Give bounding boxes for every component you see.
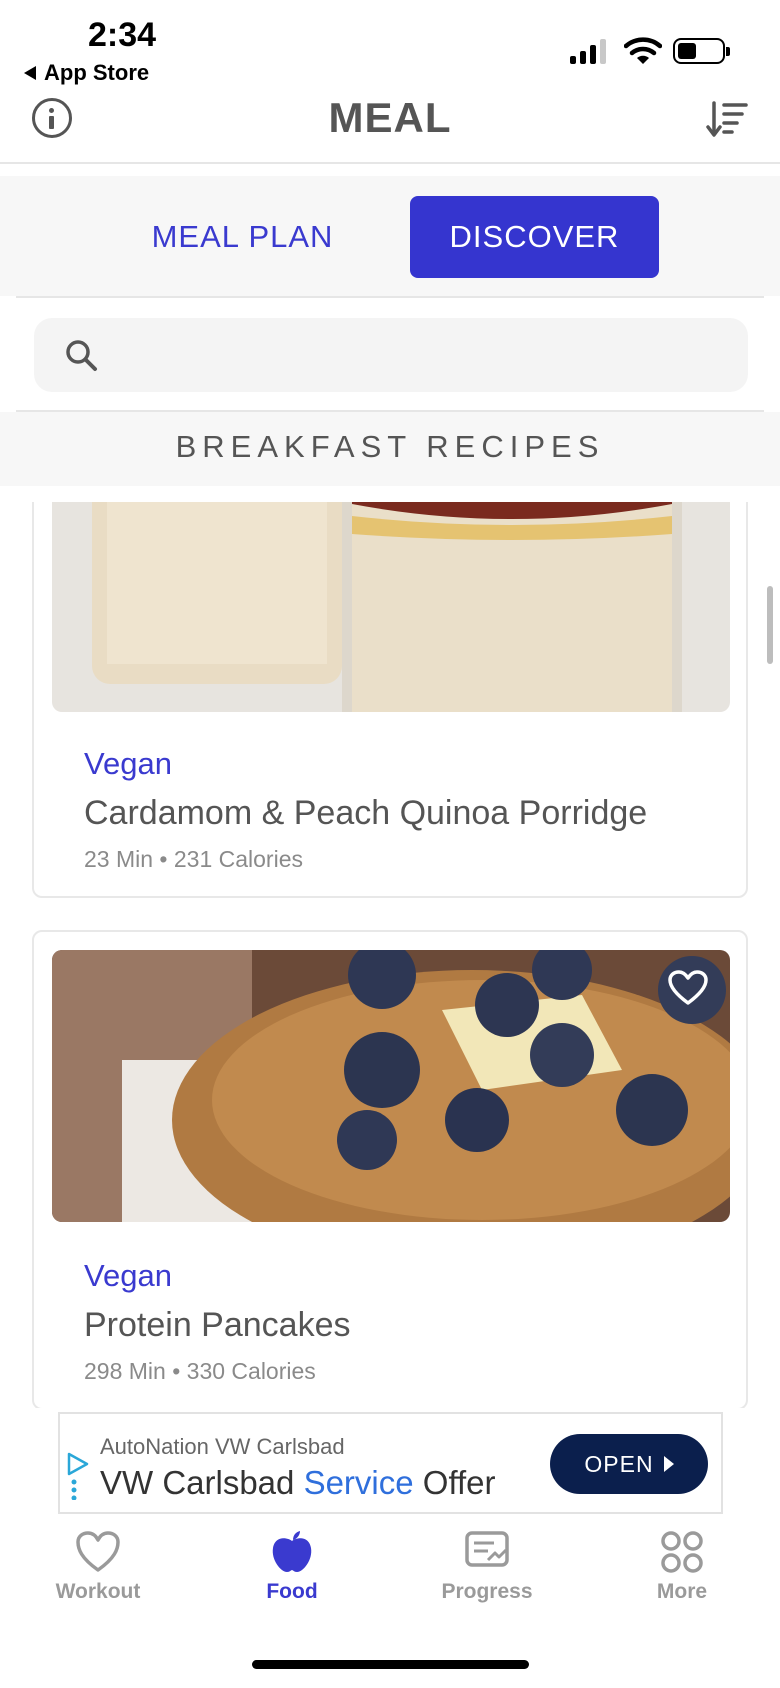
recipe-meta: 23 Min • 231 Calories: [84, 846, 303, 872]
cellular-signal-icon: [570, 38, 606, 64]
play-triangle-icon: [663, 1456, 674, 1472]
recipe-card[interactable]: Vegan Protein Pancakes 298 Min • 330 Cal…: [32, 930, 748, 1408]
recipe-card[interactable]: Vegan Cardamom & Peach Quinoa Porridge 2…: [32, 502, 748, 898]
back-triangle-icon: [24, 66, 36, 80]
wifi-icon: [624, 37, 662, 64]
tab-bar: Workout Food Progress More: [0, 1520, 780, 1636]
search-input[interactable]: [114, 318, 734, 392]
apple-icon: [272, 1531, 312, 1572]
ad-headline-highlight: Service: [303, 1464, 414, 1501]
recipe-image: [52, 950, 730, 1222]
ad-choices-icon[interactable]: [66, 1452, 90, 1500]
status-bar: 2:34 App Store: [0, 0, 780, 92]
ad-headline[interactable]: VW Carlsbad Service Offer: [100, 1464, 496, 1502]
ad-headline-start: VW Carlsbad: [100, 1464, 304, 1501]
recipe-tag: Vegan: [84, 1258, 172, 1293]
sort-icon[interactable]: [706, 100, 748, 138]
back-to-app-store[interactable]: App Store: [24, 60, 149, 86]
status-time: 2:34: [88, 16, 157, 54]
home-indicator: [252, 1660, 529, 1669]
tab-more[interactable]: More: [592, 1530, 772, 1622]
recipe-list[interactable]: Vegan Cardamom & Peach Quinoa Porridge 2…: [0, 502, 780, 1408]
tab-label: Workout: [55, 1580, 141, 1603]
page-title: MEAL: [328, 94, 452, 141]
recipe-title: Cardamom & Peach Quinoa Porridge: [84, 794, 648, 832]
nav-header: MEAL: [0, 88, 780, 164]
ad-headline-end: Offer: [413, 1464, 496, 1501]
tab-workout[interactable]: Workout: [8, 1530, 188, 1622]
tab-progress[interactable]: Progress: [397, 1530, 577, 1622]
discover-tab[interactable]: DISCOVER: [410, 196, 659, 278]
back-app-label: App Store: [44, 60, 150, 85]
recipe-meta: 298 Min • 330 Calories: [84, 1358, 316, 1384]
progress-icon: [465, 1531, 509, 1567]
favorite-heart-icon[interactable]: [668, 970, 708, 1006]
search-box[interactable]: [34, 318, 748, 392]
recipe-title: Protein Pancakes: [84, 1306, 351, 1344]
heart-icon: [76, 1531, 120, 1572]
recipe-tag: Vegan: [84, 746, 172, 781]
ad-banner[interactable]: AutoNation VW Carlsbad VW Carlsbad Servi…: [58, 1412, 723, 1514]
tab-food[interactable]: Food: [202, 1530, 382, 1622]
tab-label: More: [656, 1580, 708, 1603]
grid-icon: [661, 1531, 703, 1573]
tab-label: Progress: [441, 1580, 533, 1603]
meal-plan-tab[interactable]: MEAL PLAN: [118, 196, 367, 278]
recipe-image: [52, 502, 730, 712]
section-heading: BREAKFAST RECIPES: [0, 412, 780, 486]
scrollbar-thumb[interactable]: [767, 586, 773, 664]
battery-icon: [673, 38, 730, 64]
tab-label: Food: [266, 1580, 318, 1603]
segmented-control: MEAL PLAN DISCOVER: [0, 176, 780, 296]
search-section: [16, 296, 764, 412]
ad-open-button[interactable]: OPEN: [550, 1434, 708, 1494]
ad-advertiser: AutoNation VW Carlsbad: [100, 1434, 345, 1459]
search-icon: [66, 340, 97, 371]
ad-open-label: OPEN: [584, 1450, 654, 1477]
